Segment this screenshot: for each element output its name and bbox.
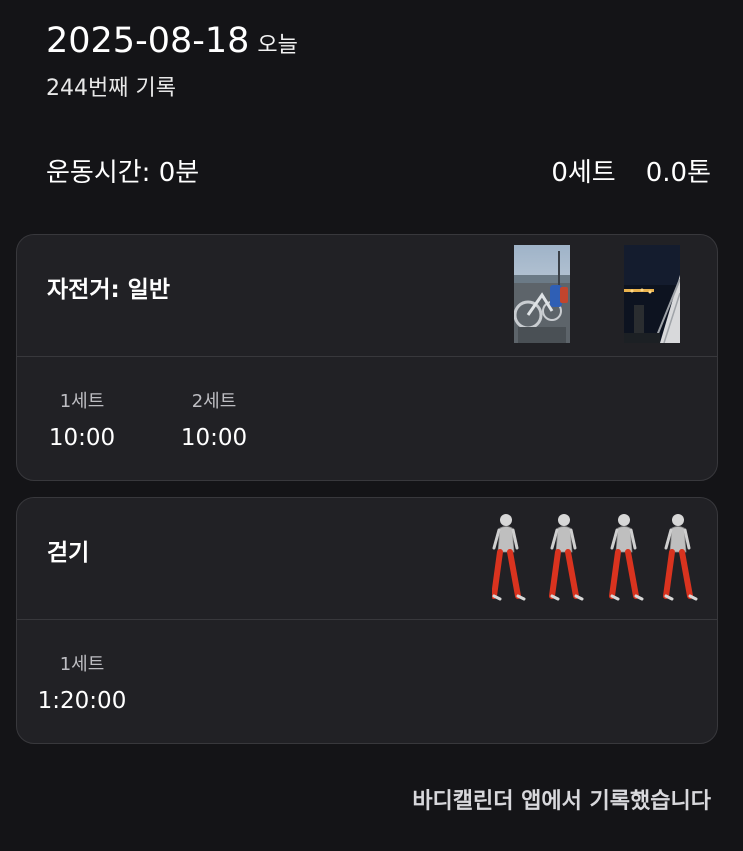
source-note: 바디캘린더 앱에서 기록했습니다 (412, 789, 711, 814)
walking-muscle-figures (492, 512, 702, 604)
set-value: 10:00 (48, 425, 116, 451)
record-date: 2025-08-18 오늘 (46, 20, 298, 67)
exercise-card-header: 걷기 (17, 498, 717, 620)
total-sets: 0세트 (551, 158, 616, 188)
exercise-card-cycling[interactable]: 자전거: 일반 1세트 10:00 2세트 10:00 (16, 234, 718, 481)
today-label: 오늘 (257, 33, 298, 58)
set-item[interactable]: 1세트 10:00 (47, 390, 117, 454)
set-value: 10:00 (180, 425, 248, 451)
exercise-card-header: 자전거: 일반 (17, 235, 717, 357)
set-item[interactable]: 2세트 10:00 (179, 390, 249, 454)
total-tonnage: 0.0톤 (645, 158, 711, 188)
set-label: 1세트 (59, 654, 105, 675)
set-value: 1:20:00 (37, 688, 127, 714)
workout-totals: 0세트 0.0톤 (551, 155, 711, 191)
exercise-name: 걷기 (47, 540, 90, 566)
set-label: 1세트 (59, 391, 105, 412)
exercise-card-walking[interactable]: 걷기 1세트 1:20:00 (16, 497, 718, 744)
set-label: 2세트 (191, 391, 237, 412)
workout-duration: 운동시간: 0분 (46, 158, 200, 188)
cycling-photo-2[interactable] (624, 245, 680, 343)
set-item[interactable]: 1세트 1:20:00 (31, 653, 133, 717)
cycling-photo-1[interactable] (514, 245, 570, 343)
date-text: 2025-08-18 (46, 21, 250, 61)
record-count: 244번째 기록 (46, 76, 176, 101)
exercise-name: 자전거: 일반 (47, 277, 171, 303)
